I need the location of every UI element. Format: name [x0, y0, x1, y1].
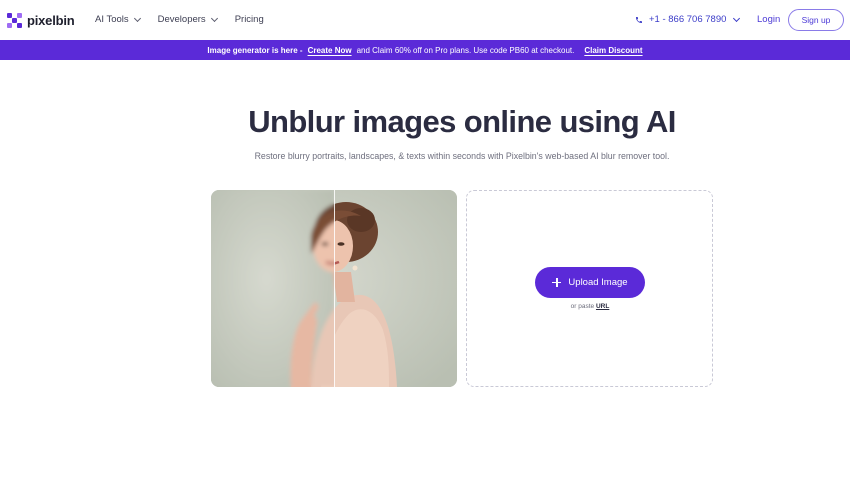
nav-item-pricing[interactable]: Pricing: [235, 14, 264, 25]
phone-icon: [636, 16, 642, 23]
pixelbin-logo-icon: [7, 12, 22, 28]
phone-dropdown[interactable]: +1 - 866 706 7890: [635, 14, 741, 25]
create-now-link[interactable]: Create Now: [308, 46, 352, 55]
nav-item-label: Pricing: [234, 14, 264, 25]
upload-button-label: Upload Image: [568, 277, 628, 288]
chevron-down-icon: [133, 14, 141, 22]
banner-lead: Image generator is here -: [207, 45, 303, 55]
nav-item-label: Developers: [157, 14, 206, 25]
plus-icon: [552, 278, 562, 287]
upload-image-button[interactable]: Upload Image: [535, 267, 645, 298]
signup-button[interactable]: Sign up: [788, 9, 844, 31]
page-subtitle: Restore blurry portraits, landscapes, & …: [254, 151, 670, 161]
comparison-divider[interactable]: [334, 190, 335, 387]
login-link[interactable]: Login: [757, 14, 780, 25]
nav-item-developers[interactable]: Developers: [157, 14, 218, 25]
claim-discount-link[interactable]: Claim Discount: [584, 46, 642, 55]
nav-item-ai-tools[interactable]: AI Tools: [95, 14, 141, 25]
promo-banner: Image generator is here - Create Now and…: [0, 40, 850, 60]
paste-url-hint: or paste URL: [535, 303, 645, 310]
top-navbar: pixelbin AI Tools Developers Pricing +1 …: [0, 0, 850, 40]
paste-url-link[interactable]: URL: [596, 303, 609, 310]
paste-text: or paste: [570, 303, 595, 310]
main-menu: AI Tools Developers Pricing: [95, 14, 282, 25]
nav-item-label: AI Tools: [95, 14, 129, 25]
brand-name: pixelbin: [27, 12, 75, 28]
chevron-down-icon: [210, 14, 218, 22]
banner-message: and Claim 60% off on Pro plans. Use code…: [356, 45, 575, 55]
before-after-preview[interactable]: [211, 190, 457, 387]
phone-number: +1 - 866 706 7890: [649, 14, 727, 25]
page-title: Unblur images online using AI: [248, 104, 676, 139]
chevron-down-icon: [733, 14, 741, 22]
logo[interactable]: pixelbin: [7, 12, 75, 28]
